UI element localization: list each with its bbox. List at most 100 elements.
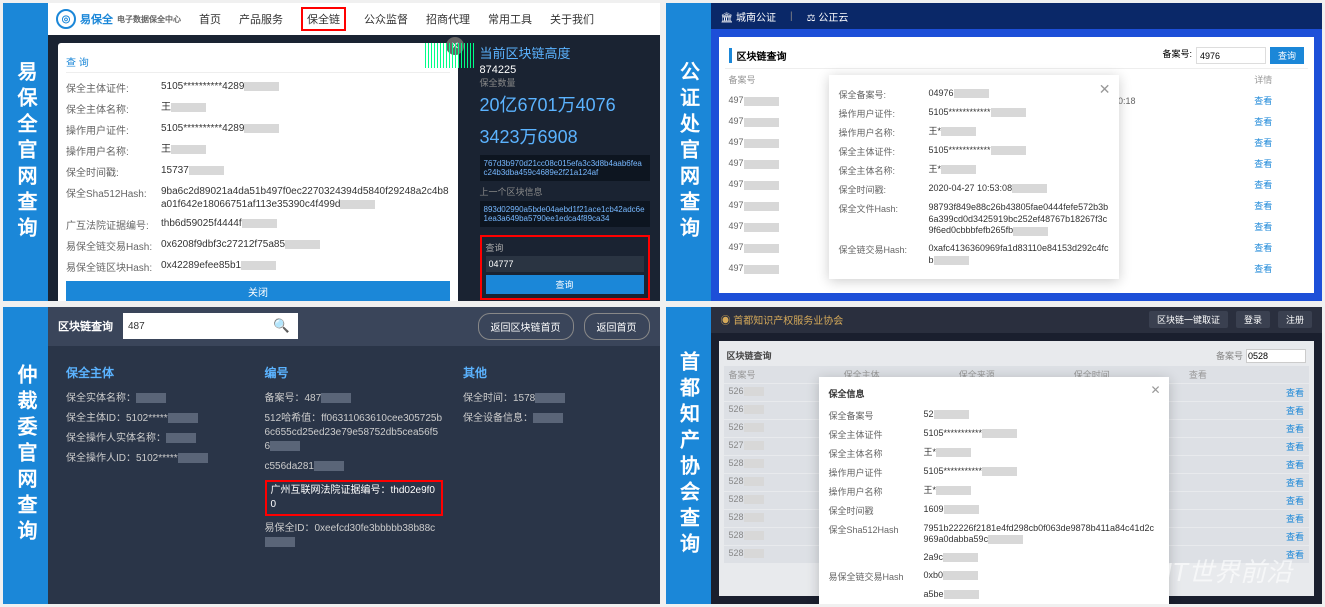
modal-close-button[interactable]: 关闭 (66, 281, 450, 301)
view-link[interactable]: 查看 (1250, 258, 1308, 279)
popup-label: 操作用户名称: (839, 126, 929, 139)
q1-search-input[interactable] (486, 256, 644, 272)
q4-brand: ◉ 首都知识产权服务业协会 (721, 312, 844, 327)
q1-search-button[interactable]: 查询 (486, 275, 644, 294)
popup-label (829, 552, 924, 564)
q1-result-modal: ✕ 查 询 保全主体证件:5105**********4289保全主体名称:王操… (58, 43, 458, 301)
popup-row: 易保全链交易Hash0xb0 (829, 567, 1159, 586)
cell-id: 528 (729, 458, 789, 471)
q4-search-input[interactable] (1246, 349, 1306, 363)
cell-id: 526 (729, 386, 789, 399)
block-height-label: 当前区块链高度 (480, 43, 650, 62)
nav-home[interactable]: 首页 (199, 11, 221, 27)
close-icon[interactable]: ✕ (1099, 81, 1111, 98)
close-icon[interactable]: ✕ (1150, 383, 1160, 397)
popup-value: 98793f849e88c26b43805fae0444fefe572b3b6a… (929, 202, 1109, 237)
view-link[interactable]: 查看 (1286, 422, 1304, 435)
view-link[interactable]: 查看 (1286, 494, 1304, 507)
view-link[interactable]: 查看 (1286, 404, 1304, 417)
hash-display1: 767d3b970d21cc08c015efa3c3d8b4aab6feac24… (480, 155, 650, 181)
q4-sidebar-label: 首都知产协会查询 (666, 307, 711, 605)
nav-products[interactable]: 产品服务 (239, 11, 283, 27)
detail-row: 易保全ID：0xeefcd30fe3bbbbb38b88c (265, 519, 444, 553)
popup-row: 操作用户证件5105*********** (829, 463, 1159, 482)
view-link[interactable]: 查看 (1250, 237, 1308, 258)
view-link[interactable]: 查看 (1250, 90, 1308, 111)
popup-label: 保全主体证件 (829, 428, 924, 441)
popup-row: 保全主体名称王* (829, 444, 1159, 463)
view-link[interactable]: 查看 (1250, 216, 1308, 237)
cell-id: 528 (729, 530, 789, 543)
popup-label: 保全备案号 (829, 409, 924, 422)
row-value: 王 (161, 143, 450, 158)
popup-label: 保全备案号: (839, 88, 929, 101)
popup-value: 0xb0 (924, 570, 1159, 583)
view-link[interactable]: 查看 (1250, 153, 1308, 174)
row-value: 5105**********4289 (161, 80, 450, 95)
q2-search-button[interactable]: 查询 (1270, 47, 1304, 64)
register-button[interactable]: 注册 (1278, 311, 1312, 328)
shield-icon: ◎ (56, 9, 76, 29)
popup-label: 保全主体名称 (829, 447, 924, 460)
view-link[interactable]: 查看 (1286, 530, 1304, 543)
view-link[interactable]: 查看 (1286, 386, 1304, 399)
popup-label: 保全主体证件: (839, 145, 929, 158)
evidence-button[interactable]: 区块链一键取证 (1149, 311, 1228, 328)
q3-search-input[interactable] (123, 313, 265, 339)
q4-detail-popup: ✕ 保全信息 保全备案号52保全主体证件5105***********保全主体名… (819, 377, 1169, 605)
q1-topnav: ◎ 易保全 电子数据保全中心 首页 产品服务 保全链 公众监督 招商代理 常用工… (48, 3, 660, 35)
nav-tools[interactable]: 常用工具 (488, 11, 532, 27)
search-label: 备案号: (1162, 47, 1192, 64)
view-link[interactable]: 查看 (1250, 174, 1308, 195)
view-link[interactable]: 查看 (1250, 111, 1308, 132)
row-value: 5105**********4289 (161, 122, 450, 137)
popup-value: 52 (924, 409, 1159, 422)
row-label: 操作用户名称: (66, 143, 161, 158)
view-link[interactable]: 查看 (1286, 548, 1304, 561)
q3-columns: 保全主体 保全实体名称：保全主体ID：5102*****保全操作人实体名称：保全… (48, 346, 660, 571)
view-link[interactable]: 查看 (1250, 132, 1308, 153)
view-link[interactable]: 查看 (1286, 512, 1304, 525)
detail-row: 保全操作人ID：5102***** (66, 449, 245, 469)
detail-row: 保全时间：1578 (463, 389, 642, 409)
q3-header: 区块链查询 🔍 返回区块链首页 返回首页 (48, 307, 660, 346)
login-button[interactable]: 登录 (1236, 311, 1270, 328)
view-link[interactable]: 查看 (1286, 476, 1304, 489)
block-height-value: 874225 (480, 64, 650, 76)
q2-query-header: 区块链查询 备案号: 查询 (725, 43, 1309, 69)
popup-value: 王* (929, 126, 1109, 139)
wave-graphic (425, 43, 475, 68)
popup-value: 王* (924, 485, 1159, 498)
popup-row: 操作用户名称:王* (839, 123, 1109, 142)
nav-about[interactable]: 关于我们 (550, 11, 594, 27)
popup-row: 保全文件Hash:98793f849e88c26b43805fae0444fef… (839, 199, 1109, 240)
detail-row: 备案号：487 (265, 389, 444, 409)
view-link[interactable]: 查看 (1286, 458, 1304, 471)
detail-row: 易保全链交易Hash:0x6208f9dbf3c27212f75a85 (66, 235, 450, 256)
row-label: 保全主体名称: (66, 101, 161, 116)
detail-row: 保全主体名称:王 (66, 98, 450, 119)
row-label: 易保全链区块Hash: (66, 259, 161, 274)
q2-search-input[interactable] (1196, 47, 1266, 64)
view-link[interactable]: 查看 (1250, 195, 1308, 216)
row-value: 王 (161, 101, 450, 116)
popup-value: 5105************ (929, 145, 1109, 158)
cell-id: 527 (729, 440, 789, 453)
popup-row: a5be (829, 586, 1159, 604)
row-label: 保全主体证件: (66, 80, 161, 95)
q4-query-header: 区块链查询 备案号 (724, 346, 1310, 366)
brand-sub: 电子数据保全中心 (117, 14, 181, 25)
q2-inner: 区块链查询 备案号: 查询 备案号保全主体保全来源保全时间详情 4979s*智*… (719, 37, 1315, 293)
nav-public[interactable]: 公众监督 (364, 11, 408, 27)
popup-value: 7951b22226f2181e4fd298cb0f063de9878b411a… (924, 523, 1159, 546)
search-icon[interactable]: 🔍 (265, 313, 298, 339)
popup-value: 王* (924, 447, 1159, 460)
nav-agent[interactable]: 招商代理 (426, 11, 470, 27)
popup-value: 5105*********** (924, 428, 1159, 441)
view-link[interactable]: 查看 (1286, 440, 1304, 453)
back-home-button[interactable]: 返回首页 (584, 313, 650, 340)
popup-row: 保全备案号:04976 (839, 85, 1109, 104)
back-chain-button[interactable]: 返回区块链首页 (478, 313, 574, 340)
nav-chain[interactable]: 保全链 (301, 7, 346, 31)
col2-title: 编号 (265, 364, 444, 381)
